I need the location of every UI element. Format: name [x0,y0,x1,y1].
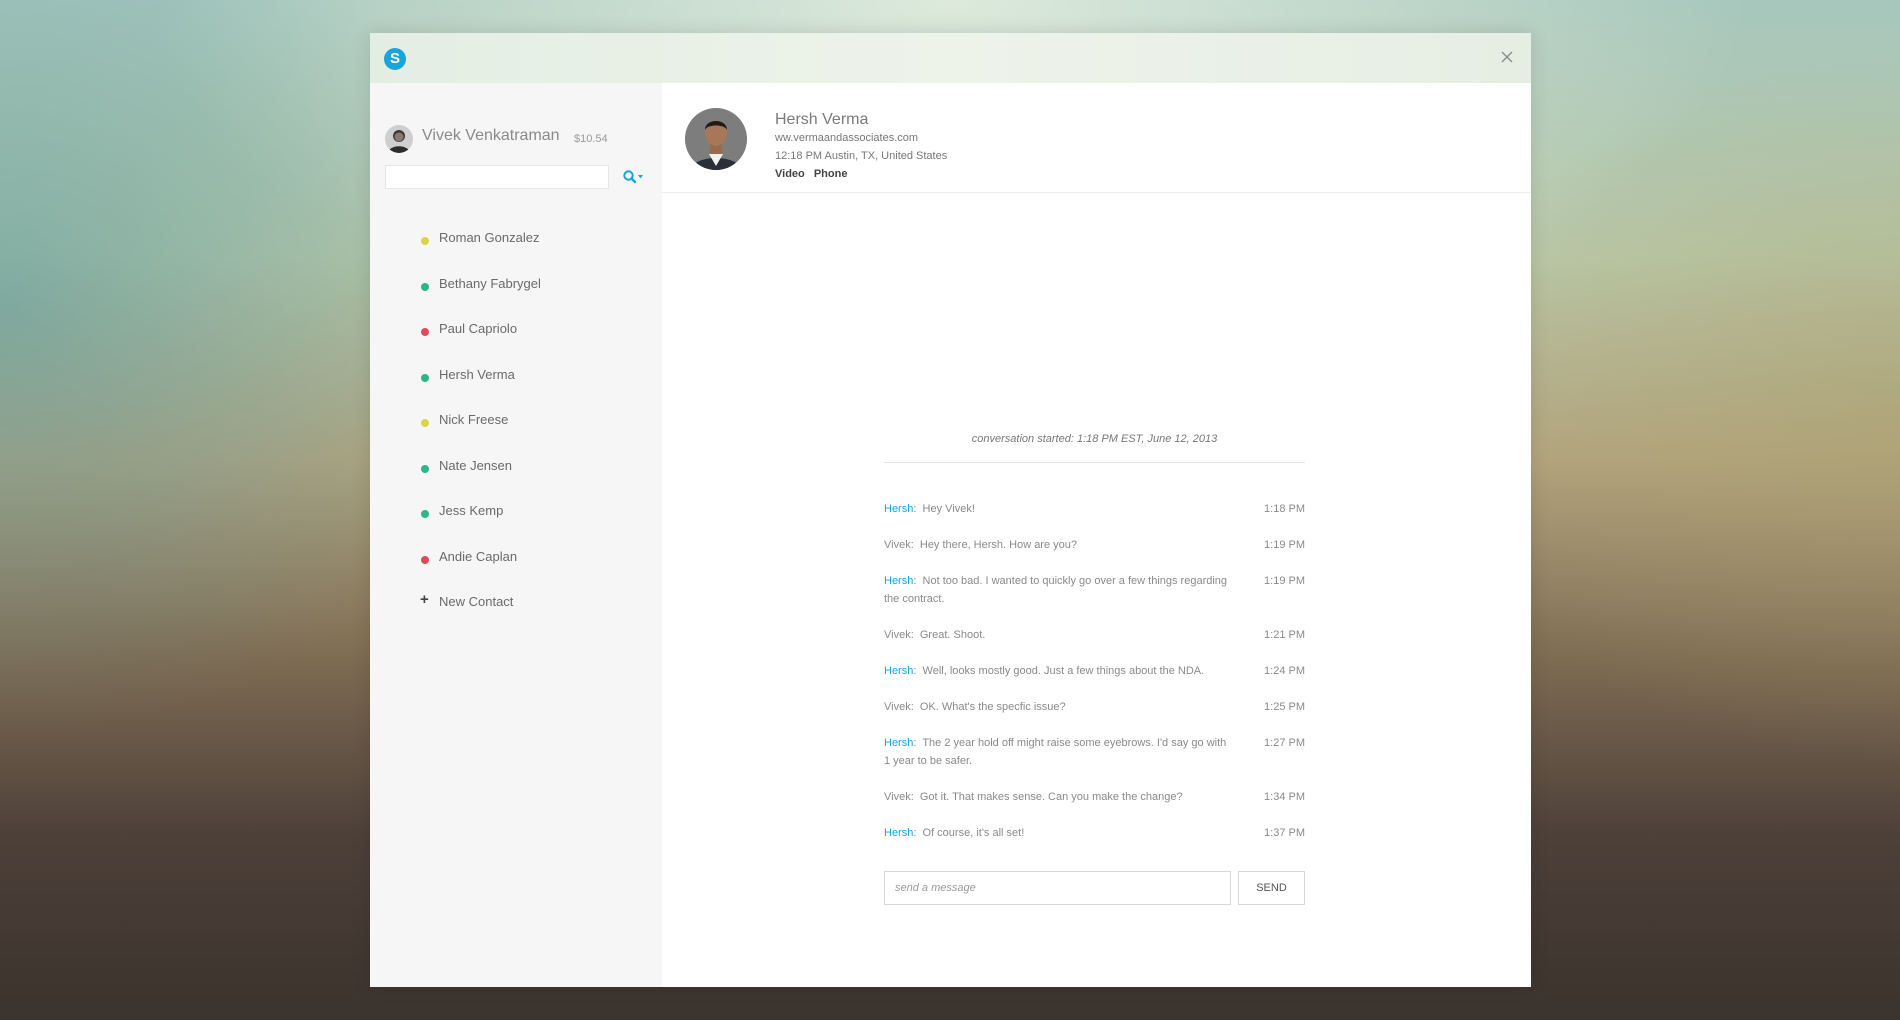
divider [884,462,1305,463]
message-text: Great. Shoot. [919,629,986,641]
search-icon [623,170,643,184]
contact-name: Hersh Verma [775,111,869,128]
account-credit: $10.54 [574,133,608,145]
presence-status-icon [421,510,429,518]
contact-item[interactable]: Nick Freese [370,409,662,455]
message-row: Hersh: The 2 year hold off might raise s… [884,734,1305,770]
message-text: Hey Vivek! [922,503,975,515]
contact-location: 12:18 PM Austin, TX, United States [775,150,948,162]
message-text: Not too bad. I wanted to quickly go over… [884,575,1228,605]
contact-avatar[interactable] [685,108,747,170]
message-row: Hersh: Well, looks mostly good. Just a f… [884,662,1305,680]
conversation-panel: Hersh Verma ww.vermaandassociates.com 12… [662,83,1531,987]
message-sender: Hersh [884,827,914,839]
call-actions: Video Phone [775,168,853,180]
contact-item[interactable]: Paul Capriolo [370,318,662,364]
presence-status-icon [421,555,429,564]
skype-logo-icon: S [384,48,406,70]
contact-list: Roman Gonzalez Bethany Fabrygel Paul Capri… [370,227,662,637]
message-timestamp: 1:37 PM [1264,827,1305,839]
chevron-down-icon [638,175,643,179]
contact-item[interactable]: Jess Kemp [370,500,662,546]
search-input[interactable] [385,165,609,189]
message-sender: Vivek [884,629,911,641]
plus-icon: + [420,591,429,608]
presence-status-icon [421,237,429,245]
presence-status-icon [421,282,429,291]
contact-item[interactable]: Roman Gonzalez [370,227,662,273]
send-button[interactable]: SEND [1238,871,1305,905]
message-text: Of course, it's all set! [922,827,1025,839]
contact-item-name: Paul Capriolo [439,321,518,336]
new-contact-button[interactable]: + New Contact [370,591,662,637]
message-timestamp: 1:34 PM [1264,791,1305,803]
contact-item[interactable]: Bethany Fabrygel [370,273,662,319]
user-avatar[interactable] [385,125,413,153]
contact-item-name: Jess Kemp [439,503,504,518]
user-name: Vivek Venkatraman [422,127,560,144]
message-sender: Hersh [884,575,914,587]
app-window: S Vivek Venkatraman $10.54 Roman Gonzale… [370,33,1531,987]
contact-header: Hersh Verma ww.vermaandassociates.com 12… [662,83,1531,193]
message-text: OK. What's the specfic issue? [919,701,1066,713]
message-row: Vivek: Great. Shoot. 1:21 PM [884,626,1305,644]
contact-item-name: Andie Caplan [439,548,518,564]
message-text: Well, looks mostly good. Just a few thin… [922,665,1205,677]
message-timestamp: 1:19 PM [1264,575,1305,587]
message-timestamp: 1:25 PM [1264,701,1305,713]
presence-status-icon [421,419,429,427]
message-sender: Vivek [884,701,911,713]
close-icon [1501,51,1513,63]
message-sender: Vivek [884,791,911,803]
message-row: Hersh: Not too bad. I wanted to quickly … [884,572,1305,608]
message-timestamp: 1:19 PM [1264,539,1305,551]
close-button[interactable] [1497,47,1517,67]
search-button[interactable] [622,169,648,187]
message-row: Vivek: Got it. That makes sense. Can you… [884,788,1305,806]
message-text: Hey there, Hersh. How are you? [919,539,1078,551]
new-contact-label: New Contact [439,594,514,609]
message-row: Hersh: Hey Vivek! 1:18 PM [884,500,1305,518]
video-call-button[interactable]: Video [775,168,805,180]
message-timestamp: 1:21 PM [1264,629,1305,641]
message-sender: Hersh [884,503,914,515]
contact-website: ww.vermaandassociates.com [775,132,919,144]
contact-item[interactable]: Andie Caplan [370,546,662,592]
presence-status-icon [421,328,429,336]
sidebar: Vivek Venkatraman $10.54 Roman Gonzalez B… [370,83,663,987]
contact-item-name: Roman Gonzalez [439,230,540,245]
message-text: Got it. That makes sense. Can you make t… [919,791,1183,803]
message-row: Hersh: Of course, it's all set! 1:37 PM [884,824,1305,842]
message-row: Vivek: OK. What's the specfic issue? 1:25… [884,698,1305,716]
phone-call-button[interactable]: Phone [814,168,848,180]
contact-item-name: Hersh Verma [439,366,515,382]
message-sender: Hersh [884,737,914,749]
presence-status-icon [421,464,429,473]
contact-item-name: Nate Jensen [439,457,512,473]
message-timestamp: 1:24 PM [1264,665,1305,677]
conversation-start-note: conversation started: 1:18 PM EST, June … [971,433,1218,445]
contact-item[interactable]: Hersh Verma [370,364,662,410]
contact-item-name: Nick Freese [439,412,509,427]
title-bar: S [370,33,1531,83]
contact-item[interactable]: Nate Jensen [370,455,662,501]
message-text: The 2 year hold off might raise some eye… [884,737,1227,767]
message-timestamp: 1:27 PM [1264,737,1305,749]
presence-status-icon [421,373,429,382]
message-row: Vivek: Hey there, Hersh. How are you? 1:1… [884,536,1305,554]
message-sender: Hersh [884,665,914,677]
message-input[interactable] [884,871,1231,905]
message-timestamp: 1:18 PM [1264,503,1305,515]
contact-item-name: Bethany Fabrygel [439,275,541,291]
message-sender: Vivek [884,539,911,551]
